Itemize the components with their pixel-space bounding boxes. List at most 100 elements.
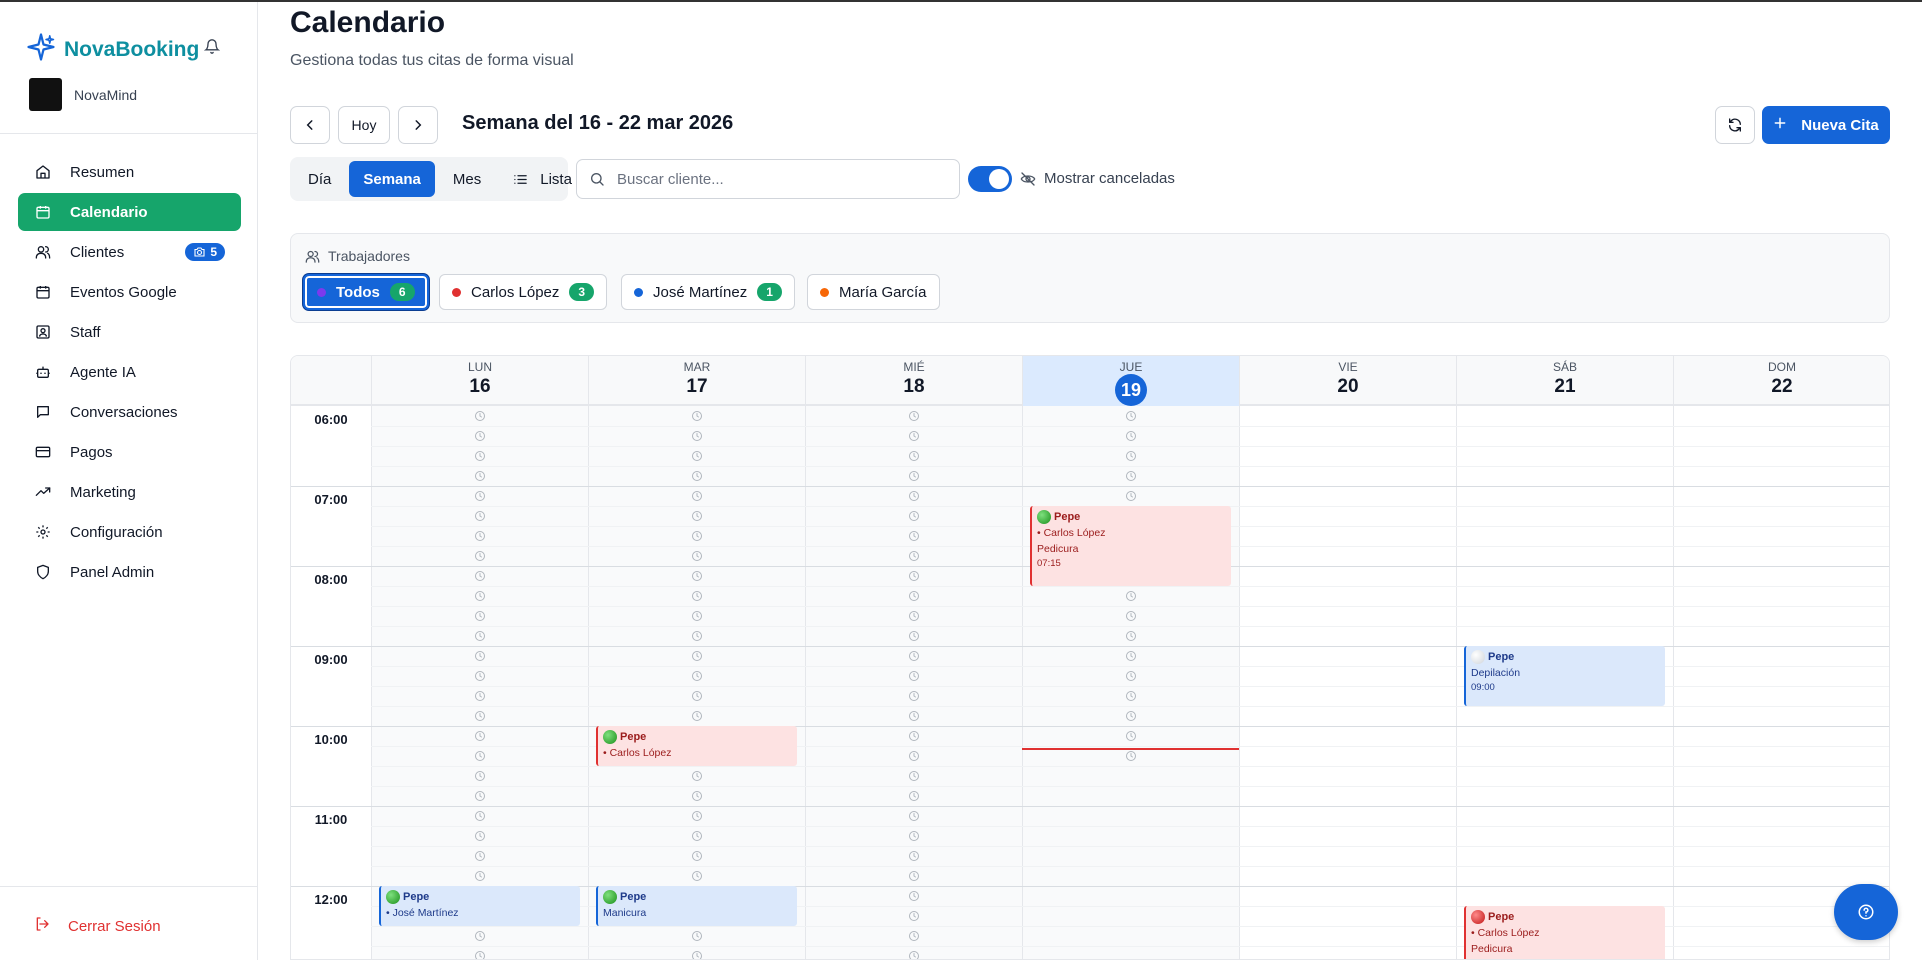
clock-icon[interactable] xyxy=(474,950,486,960)
clock-icon[interactable] xyxy=(908,750,920,762)
clock-icon[interactable] xyxy=(474,590,486,602)
day-header-21[interactable]: SÁB 21 xyxy=(1456,356,1673,406)
sidebar-item-calendario[interactable]: Calendario xyxy=(18,193,241,231)
clock-icon[interactable] xyxy=(691,570,703,582)
prev-week-button[interactable] xyxy=(290,106,330,144)
clock-icon[interactable] xyxy=(908,770,920,782)
clock-icon[interactable] xyxy=(1125,690,1137,702)
sidebar-item-staff[interactable]: Staff xyxy=(18,313,241,351)
clock-icon[interactable] xyxy=(474,570,486,582)
clock-icon[interactable] xyxy=(691,850,703,862)
clock-icon[interactable] xyxy=(474,670,486,682)
clock-icon[interactable] xyxy=(691,450,703,462)
clock-icon[interactable] xyxy=(908,810,920,822)
sidebar-item-clientes[interactable]: Clientes 5 xyxy=(18,233,241,271)
sidebar-item-conversaciones[interactable]: Conversaciones xyxy=(18,393,241,431)
clock-icon[interactable] xyxy=(908,950,920,960)
sidebar-item-configuracion[interactable]: Configuración xyxy=(18,513,241,551)
day-header-22[interactable]: DOM 22 xyxy=(1673,356,1889,406)
help-button[interactable] xyxy=(1834,884,1898,940)
clock-icon[interactable] xyxy=(691,510,703,522)
clock-icon[interactable] xyxy=(691,790,703,802)
clock-icon[interactable] xyxy=(908,510,920,522)
search-input[interactable]: Buscar cliente... xyxy=(576,159,960,199)
clock-icon[interactable] xyxy=(474,710,486,722)
clock-icon[interactable] xyxy=(691,870,703,882)
clock-icon[interactable] xyxy=(691,830,703,842)
clock-icon[interactable] xyxy=(691,430,703,442)
clock-icon[interactable] xyxy=(474,930,486,942)
appointment-event[interactable]: Pepe • Carlos López Pedicura xyxy=(1464,906,1665,959)
clock-icon[interactable] xyxy=(474,850,486,862)
clock-icon[interactable] xyxy=(474,410,486,422)
clock-icon[interactable] xyxy=(474,830,486,842)
clock-icon[interactable] xyxy=(1125,750,1137,762)
day-header-16[interactable]: LUN 16 xyxy=(371,356,588,406)
appointment-event[interactable]: Pepe Depilación 09:00 xyxy=(1464,646,1665,706)
clock-icon[interactable] xyxy=(908,930,920,942)
clock-icon[interactable] xyxy=(908,550,920,562)
worker-chip-jose-martinez[interactable]: José Martínez 1 xyxy=(621,274,795,310)
clock-icon[interactable] xyxy=(908,710,920,722)
clock-icon[interactable] xyxy=(691,590,703,602)
clock-icon[interactable] xyxy=(908,430,920,442)
clock-icon[interactable] xyxy=(1125,590,1137,602)
day-header-18[interactable]: MIÉ 18 xyxy=(805,356,1022,406)
appointment-event[interactable]: Pepe Manicura xyxy=(596,886,797,926)
clock-icon[interactable] xyxy=(908,450,920,462)
clock-icon[interactable] xyxy=(474,610,486,622)
view-day-tab[interactable]: Día xyxy=(294,161,345,197)
clock-icon[interactable] xyxy=(474,750,486,762)
clock-icon[interactable] xyxy=(691,550,703,562)
clock-icon[interactable] xyxy=(908,470,920,482)
clock-icon[interactable] xyxy=(1125,730,1137,742)
clock-icon[interactable] xyxy=(474,630,486,642)
clock-icon[interactable] xyxy=(1125,410,1137,422)
view-week-tab[interactable]: Semana xyxy=(349,161,435,197)
next-week-button[interactable] xyxy=(398,106,438,144)
clock-icon[interactable] xyxy=(908,690,920,702)
clock-icon[interactable] xyxy=(1125,490,1137,502)
clock-icon[interactable] xyxy=(1125,430,1137,442)
day-header-20[interactable]: VIE 20 xyxy=(1239,356,1456,406)
clock-icon[interactable] xyxy=(691,610,703,622)
clock-icon[interactable] xyxy=(474,810,486,822)
worker-chip-carlos-lopez[interactable]: Carlos López 3 xyxy=(439,274,608,310)
clock-icon[interactable] xyxy=(474,730,486,742)
clock-icon[interactable] xyxy=(908,610,920,622)
clock-icon[interactable] xyxy=(908,730,920,742)
logout-button[interactable]: Cerrar Sesión xyxy=(34,916,161,936)
clock-icon[interactable] xyxy=(691,710,703,722)
clock-icon[interactable] xyxy=(691,950,703,960)
clock-icon[interactable] xyxy=(474,770,486,782)
clock-icon[interactable] xyxy=(1125,610,1137,622)
clock-icon[interactable] xyxy=(474,550,486,562)
appointment-event[interactable]: Pepe • José Martínez xyxy=(379,886,580,926)
clock-icon[interactable] xyxy=(691,470,703,482)
clock-icon[interactable] xyxy=(908,650,920,662)
clock-icon[interactable] xyxy=(908,570,920,582)
sidebar-item-pagos[interactable]: Pagos xyxy=(18,433,241,471)
clock-icon[interactable] xyxy=(908,530,920,542)
refresh-button[interactable] xyxy=(1715,106,1755,144)
sidebar-item-agente-ia[interactable]: Agente IA xyxy=(18,353,241,391)
clock-icon[interactable] xyxy=(908,890,920,902)
worker-chip-todos[interactable]: Todos 6 xyxy=(303,274,429,310)
clock-icon[interactable] xyxy=(908,850,920,862)
clock-icon[interactable] xyxy=(908,490,920,502)
clock-icon[interactable] xyxy=(691,530,703,542)
clock-icon[interactable] xyxy=(691,410,703,422)
sidebar-item-resumen[interactable]: Resumen xyxy=(18,153,241,191)
clock-icon[interactable] xyxy=(474,470,486,482)
clock-icon[interactable] xyxy=(474,790,486,802)
clock-icon[interactable] xyxy=(908,830,920,842)
appointment-event[interactable]: Pepe • Carlos López xyxy=(596,726,797,766)
clock-icon[interactable] xyxy=(691,810,703,822)
clock-icon[interactable] xyxy=(691,690,703,702)
show-cancelled-toggle[interactable] xyxy=(968,166,1012,192)
clock-icon[interactable] xyxy=(1125,630,1137,642)
brand[interactable]: NovaBooking xyxy=(26,32,199,67)
clock-icon[interactable] xyxy=(908,670,920,682)
clock-icon[interactable] xyxy=(1125,670,1137,682)
clock-icon[interactable] xyxy=(908,790,920,802)
